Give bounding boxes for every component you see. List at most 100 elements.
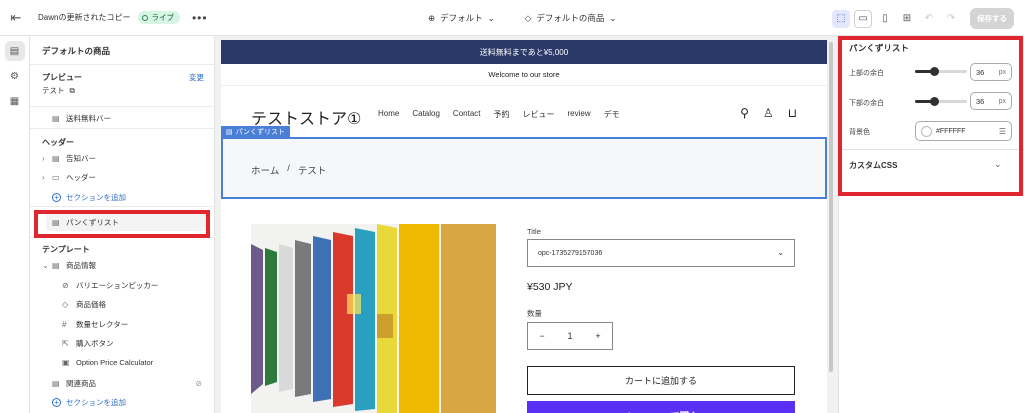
mobile-view-icon[interactable]: ▯: [876, 10, 894, 28]
nav-link[interactable]: Contact: [453, 109, 481, 120]
breadcrumb-separator: /: [287, 163, 290, 174]
search-icon[interactable]: ⚲: [740, 106, 749, 120]
app-block-icon: ▣: [62, 358, 70, 367]
inspector-icon[interactable]: ⬚: [832, 9, 850, 28]
nav-link[interactable]: Catalog: [412, 109, 440, 120]
welcome-bar: Welcome to our store: [221, 64, 827, 86]
live-badge-label: ライブ: [151, 13, 174, 22]
live-dot-icon: [142, 14, 149, 21]
section-icon: ▤: [52, 114, 60, 123]
cart-icon[interactable]: ⊔: [788, 106, 797, 120]
section-header[interactable]: › ▭ ヘッダー: [42, 172, 96, 183]
chevron-down-icon: ⌄: [777, 248, 784, 257]
more-icon[interactable]: •••: [192, 11, 208, 25]
theme-dropdown-label: デフォルト: [440, 13, 483, 23]
nav-link[interactable]: Home: [378, 109, 399, 120]
section-related-products[interactable]: ▤ 関連商品 ⊘: [52, 378, 202, 389]
variant-icon: ⊘: [62, 281, 69, 290]
block-label: 商品価格: [76, 300, 106, 309]
block-label: Option Price Calculator: [76, 358, 154, 367]
block-option-price-calculator[interactable]: ▣ Option Price Calculator: [62, 358, 153, 367]
hidden-eye-icon[interactable]: ⊘: [196, 379, 202, 388]
breadcrumb-section[interactable]: ホーム / テスト: [221, 137, 827, 199]
chevron-down-icon: ⌄: [609, 12, 617, 23]
section-icon: ▤: [226, 128, 233, 136]
add-section-header[interactable]: + セクションを追加: [52, 192, 126, 203]
chevron-down-icon[interactable]: ⌄: [42, 261, 52, 270]
sections-icon[interactable]: ▤: [4, 41, 25, 61]
globe-icon: ⊕: [428, 12, 436, 23]
nav-link[interactable]: レビュー: [523, 109, 555, 120]
desktop-view-icon[interactable]: ▭: [854, 9, 872, 28]
preview-canvas: 送料無料まであと¥5,000 Welcome to our store テストス…: [215, 36, 836, 413]
header-icon: ▭: [52, 173, 60, 182]
product-image[interactable]: [251, 224, 496, 413]
block-buy-button[interactable]: ⇱ 購入ボタン: [62, 338, 114, 349]
live-badge: ライブ: [138, 11, 180, 24]
store-preview: 送料無料まであと¥5,000 Welcome to our store テストス…: [221, 40, 827, 413]
highlight-box: [838, 36, 1023, 196]
quantity-minus-button[interactable]: −: [539, 331, 544, 341]
external-link-icon[interactable]: ⧉: [70, 86, 75, 96]
section-icon: ▤: [52, 261, 60, 270]
nav-link[interactable]: 予約: [494, 109, 510, 120]
fullscreen-icon[interactable]: ⊞: [898, 10, 916, 28]
add-section-template[interactable]: + セクションを追加: [52, 397, 126, 408]
nav-link[interactable]: review: [568, 109, 591, 120]
add-section-label: セクションを追加: [66, 193, 126, 202]
plus-circle-icon: +: [52, 193, 61, 202]
breadcrumb-current: テスト: [297, 166, 327, 177]
account-icon[interactable]: ♙: [763, 106, 774, 120]
section-label: 商品情報: [66, 261, 96, 270]
save-button[interactable]: 保存する: [970, 8, 1014, 29]
app-embeds-icon[interactable]: ▦: [5, 91, 25, 111]
redo-icon[interactable]: ↷: [942, 10, 960, 28]
template-dropdown-label: デフォルトの商品: [536, 13, 605, 23]
divider: [30, 106, 215, 107]
section-label: 関連商品: [66, 379, 96, 388]
preview-value: テスト ⧉: [42, 85, 75, 96]
variant-value: opc-1735279157036: [538, 249, 603, 257]
plus-circle-icon: +: [52, 398, 61, 407]
nav-link[interactable]: デモ: [604, 109, 620, 120]
divider: [30, 206, 215, 207]
theme-dropdown[interactable]: ⊕ デフォルト ⌄: [428, 12, 495, 24]
block-quantity[interactable]: # 数量セレクター: [62, 319, 128, 330]
preview-scrollbar[interactable]: [829, 42, 833, 372]
announcement-bar[interactable]: 送料無料まであと¥5,000: [221, 40, 827, 64]
undo-icon[interactable]: ↶: [920, 10, 938, 28]
hash-icon: #: [62, 320, 67, 329]
variant-select[interactable]: opc-1735279157036 ⌄: [527, 239, 795, 267]
shop-pay-button[interactable]: shop Pay で購入: [527, 401, 795, 413]
tag-icon: ◇: [524, 12, 532, 23]
section-icon: ▤: [52, 379, 60, 388]
preview-heading: プレビュー: [42, 73, 82, 82]
store-header-icons: ⚲ ♙ ⊔: [740, 106, 797, 120]
section-label: 送料無料バー: [66, 114, 111, 123]
chevron-right-icon[interactable]: ›: [42, 154, 52, 163]
theme-settings-icon[interactable]: ⚙: [5, 66, 25, 86]
section-icon: ▤: [52, 154, 60, 163]
block-variant-picker[interactable]: ⊘ バリエーションピッカー: [62, 280, 158, 291]
section-announcement-bar[interactable]: ▤ 送料無料バー: [52, 113, 111, 124]
price-tag-icon: ◇: [62, 300, 69, 309]
quantity-stepper[interactable]: − 1 +: [527, 322, 613, 350]
quantity-plus-button[interactable]: +: [595, 331, 600, 341]
block-price[interactable]: ◇ 商品価格: [62, 299, 106, 310]
add-to-cart-button[interactable]: カートに追加する: [527, 366, 795, 395]
left-rail: ▤ ⚙ ▦: [0, 36, 30, 413]
block-label: バリエーションピッカー: [76, 281, 159, 290]
breadcrumb-home[interactable]: ホーム: [251, 163, 279, 177]
section-product-info[interactable]: ⌄ ▤ 商品情報: [42, 260, 96, 271]
preview-change-link[interactable]: 変更: [189, 72, 204, 83]
theme-title: Dawnの更新されたコピー: [38, 13, 131, 22]
product-photo: [251, 224, 496, 413]
section-announcement[interactable]: › ▤ 告知バー: [42, 153, 96, 164]
chevron-right-icon[interactable]: ›: [42, 173, 52, 182]
exit-icon[interactable]: ⇤: [0, 10, 32, 26]
template-title: デフォルトの商品: [42, 46, 111, 56]
template-dropdown[interactable]: ◇ デフォルトの商品 ⌄: [525, 12, 617, 24]
block-label: 購入ボタン: [76, 339, 114, 348]
quantity-value[interactable]: 1: [567, 331, 572, 341]
preview-value-label: テスト: [42, 86, 65, 95]
